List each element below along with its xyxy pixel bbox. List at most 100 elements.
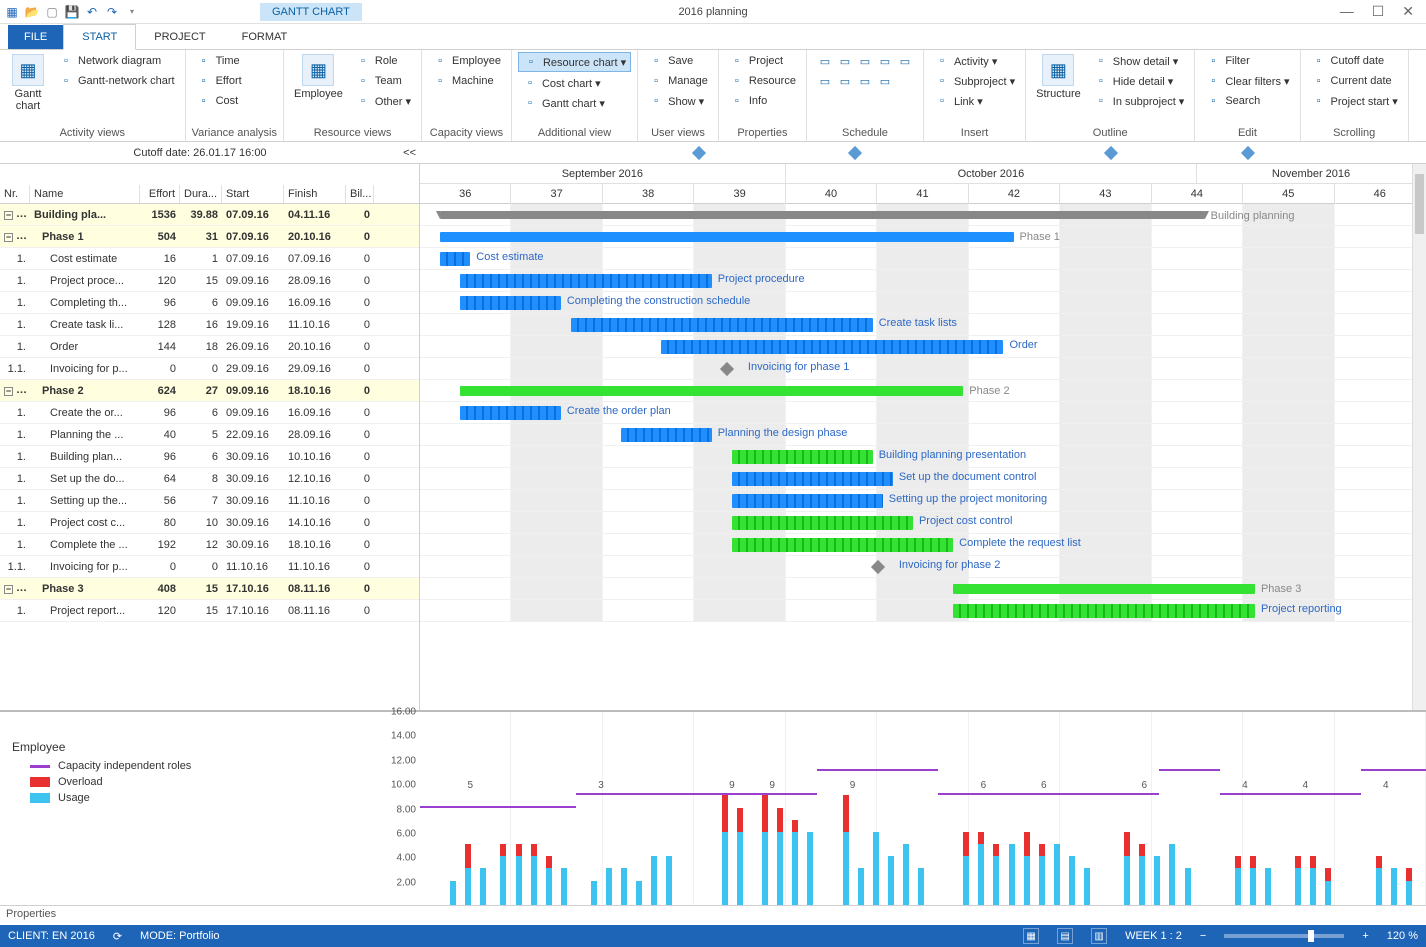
tab-start[interactable]: START [63,24,136,50]
zoom-out-icon[interactable]: − [1200,930,1206,942]
new-icon[interactable]: ▢ [44,4,60,20]
gantt-row[interactable]: Phase 1 [420,226,1426,248]
table-row[interactable]: −1.1.Phase 26242709.09.1618.10.160 [0,380,419,402]
table-row[interactable]: 1.Set up the do...64830.09.1612.10.160 [0,468,419,490]
table-row[interactable]: 1.Create task li...1281619.09.1611.10.16… [0,314,419,336]
gantt-chart[interactable]: September 2016October 2016November 2016 … [420,164,1426,710]
table-row[interactable]: 1.Complete the ...1921230.09.1618.10.160 [0,534,419,556]
gantt-row[interactable]: Project reporting [420,600,1426,622]
app-icon[interactable]: ▦ [4,4,20,20]
table-row[interactable]: −1.1Building pla...153639.8807.09.1604.1… [0,204,419,226]
gantt-bar[interactable]: Complete the request list [732,538,953,552]
gantt-row[interactable]: Setting up the project monitoring [420,490,1426,512]
gantt-row[interactable]: Planning the design phase [420,424,1426,446]
table-row[interactable]: 1.Cost estimate16107.09.1607.09.160 [0,248,419,270]
view-icon-2[interactable]: ▤ [1057,928,1073,944]
table-row[interactable]: 1.1.Invoicing for p...0029.09.1629.09.16… [0,358,419,380]
table-row[interactable]: 1.Order1441826.09.1620.10.160 [0,336,419,358]
table-row[interactable]: 1.Project proce...1201509.09.1628.09.160 [0,270,419,292]
gantt-bar[interactable]: Planning the design phase [621,428,712,442]
resource-plot-area[interactable]: 2.004.006.008.0010.0012.0014.0016.00 539… [420,712,1426,905]
gantt-bar[interactable]: Create the order plan [460,406,561,420]
redo-icon[interactable]: ↷ [104,4,120,20]
ribbon-item[interactable]: ▫Link ▾ [930,92,1019,110]
ribbon-item[interactable]: ▫Gantt-network chart [54,72,179,90]
gantt-row[interactable]: Complete the request list [420,534,1426,556]
open-icon[interactable]: 📂 [24,4,40,20]
tab-project[interactable]: PROJECT [136,25,223,49]
ribbon-item[interactable]: ▫Time [192,52,246,70]
refresh-icon[interactable]: ⟳ [113,930,122,943]
collapse-icon[interactable]: − [4,585,13,594]
ribbon-item[interactable]: ▫Machine [428,72,505,90]
collapse-icon[interactable]: − [4,211,13,220]
gantt-row[interactable]: Phase 3 [420,578,1426,600]
gantt-row[interactable]: Set up the document control [420,468,1426,490]
gantt-bar[interactable]: Phase 3 [953,584,1255,594]
table-row[interactable]: −1.1.Phase 15043107.09.1620.10.160 [0,226,419,248]
ribbon-item[interactable]: ▫Filter [1201,52,1293,70]
ribbon-item[interactable]: ▫Search [1201,92,1293,110]
ribbon-item[interactable]: ▫Role [351,52,415,70]
maximize-icon[interactable]: ☐ [1372,3,1385,20]
gantt-bar[interactable]: Cost estimate [440,252,470,266]
milestone-icon[interactable] [720,362,734,376]
schedule-row[interactable]: ▭▭▭▭▭ [813,52,917,70]
ribbon-item[interactable]: ▫Cost [192,92,246,110]
gantt-bar[interactable]: Project procedure [460,274,712,288]
table-row[interactable]: 1.Completing th...96609.09.1616.09.160 [0,292,419,314]
gantt-row[interactable]: Completing the construction schedule [420,292,1426,314]
ribbon-item[interactable]: ▫Other ▾ [351,92,415,110]
col-effort[interactable]: Effort [140,185,180,203]
ribbon-item[interactable]: ▫Clear filters ▾ [1201,72,1293,90]
schedule-row[interactable]: ▭▭▭▭ [813,72,917,90]
gantt-bar[interactable]: Set up the document control [732,472,893,486]
ribbon-item[interactable]: ▫Project [725,52,800,70]
col-finish[interactable]: Finish [284,185,346,203]
ribbon-item[interactable]: ▫In subproject ▾ [1089,92,1189,110]
ribbon-big-button[interactable]: ▦Structure [1032,52,1085,102]
ribbon-item[interactable]: ▫Hide detail ▾ [1089,72,1189,90]
gantt-bar[interactable]: Phase 2 [460,386,963,396]
gantt-row[interactable]: Invoicing for phase 1 [420,358,1426,380]
gantt-row[interactable]: Order [420,336,1426,358]
ribbon-item[interactable]: ▫Cost chart ▾ [518,74,631,92]
gantt-row[interactable]: Project procedure [420,270,1426,292]
col-start[interactable]: Start [222,185,284,203]
ribbon-item[interactable]: ▫Resource chart ▾ [518,52,631,72]
vertical-scrollbar[interactable] [1412,164,1426,710]
ribbon-item[interactable]: ▫Effort [192,72,246,90]
scroll-left-icon[interactable]: << [403,147,416,159]
table-row[interactable]: 1.Setting up the...56730.09.1611.10.160 [0,490,419,512]
gantt-bar[interactable]: Phase 1 [440,232,1013,242]
ribbon-item[interactable]: ▫Gantt chart ▾ [518,94,631,112]
gantt-bar[interactable]: Project cost control [732,516,913,530]
ribbon-item[interactable]: ▫Subproject ▾ [930,72,1019,90]
ribbon-item[interactable]: ▫Team [351,72,415,90]
undo-icon[interactable]: ↶ [84,4,100,20]
col-nr[interactable]: Nr. [0,185,30,203]
table-row[interactable]: 1.Building plan...96630.09.1610.10.160 [0,446,419,468]
gantt-row[interactable]: Project cost control [420,512,1426,534]
gantt-bar[interactable]: Building planning presentation [732,450,873,464]
view-icon-3[interactable]: ▥ [1091,928,1107,944]
gantt-bar[interactable]: Completing the construction schedule [460,296,561,310]
qat-dropdown-icon[interactable]: ▾ [124,4,140,20]
close-icon[interactable]: ✕ [1402,3,1414,20]
gantt-row[interactable]: Create task lists [420,314,1426,336]
zoom-in-icon[interactable]: + [1362,930,1368,942]
col-name[interactable]: Name [30,185,140,203]
ribbon-item[interactable]: ▫Cutoff date [1307,52,1402,70]
ribbon-item[interactable]: ▫Save [644,52,712,70]
gantt-bar[interactable]: Create task lists [571,318,873,332]
gantt-bar[interactable]: Setting up the project monitoring [732,494,883,508]
col-bil[interactable]: Bil... [346,185,374,203]
table-row[interactable]: 1.Project report...1201517.10.1608.11.16… [0,600,419,622]
ribbon-item[interactable]: ▫Employee [428,52,505,70]
table-row[interactable]: 1.Create the or...96609.09.1616.09.160 [0,402,419,424]
table-row[interactable]: 1.1.Invoicing for p...0011.10.1611.10.16… [0,556,419,578]
ribbon-item[interactable]: ▫Resource [725,72,800,90]
gantt-bar[interactable]: Order [661,340,1003,354]
milestone-icon[interactable] [871,560,885,574]
gantt-bar[interactable]: Building planning [440,211,1205,219]
